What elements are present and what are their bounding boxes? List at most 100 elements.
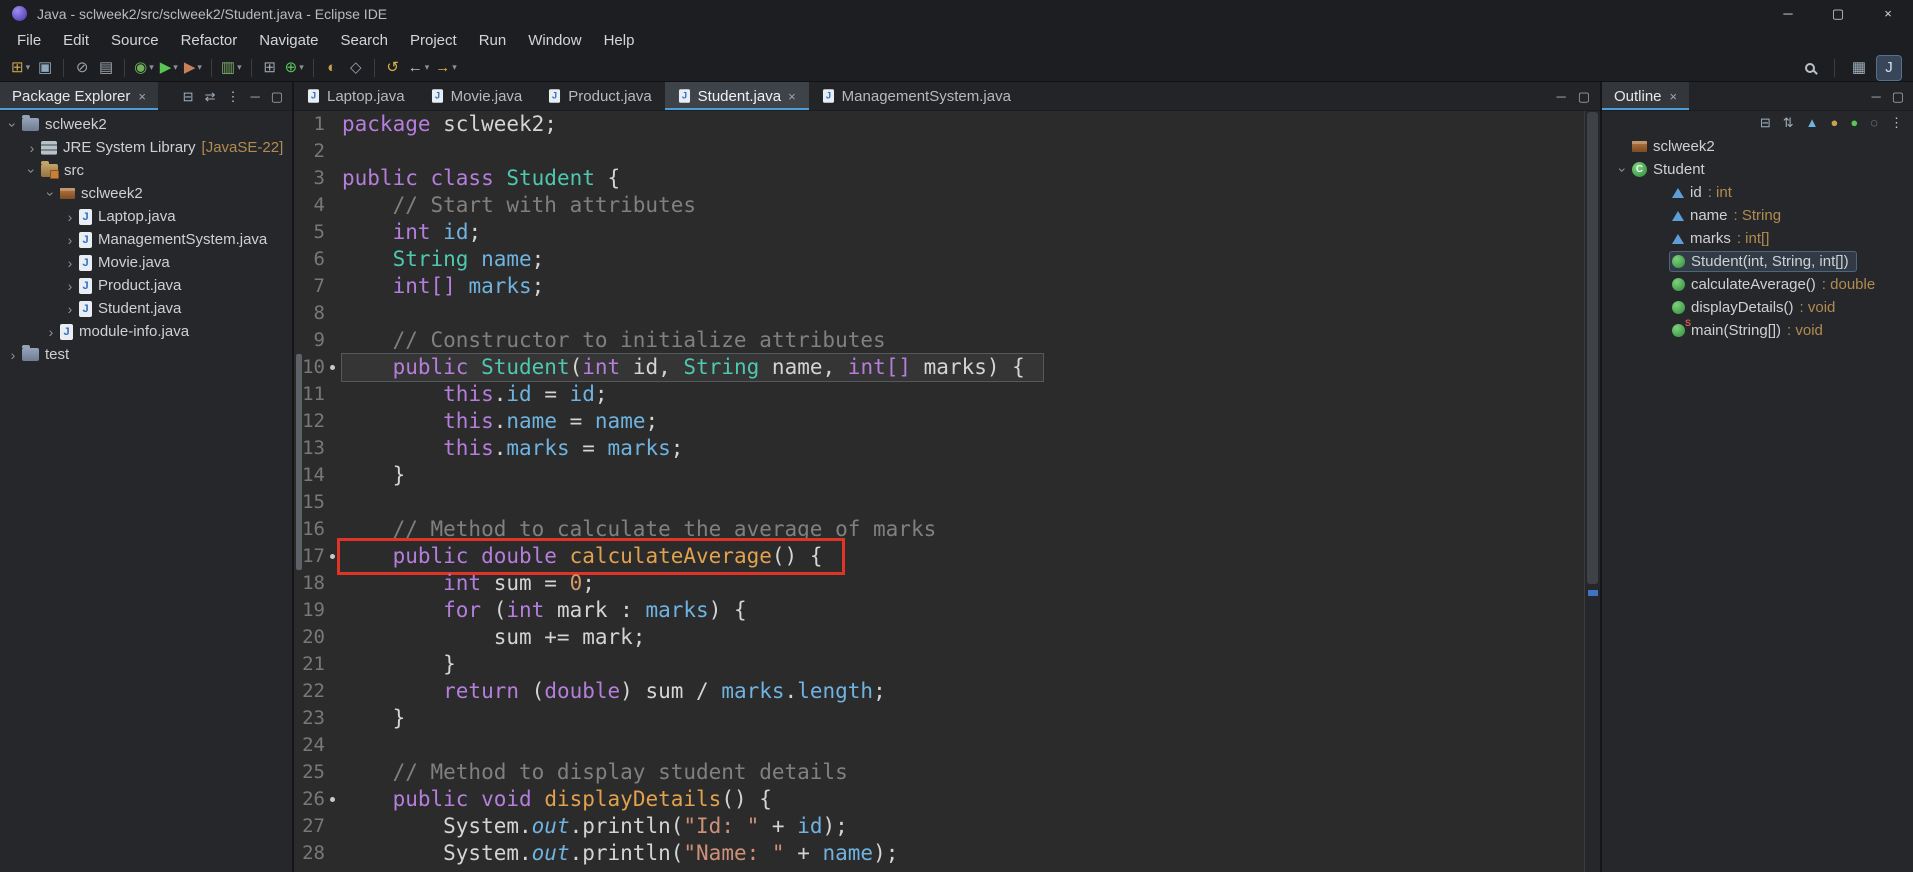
forward-icon[interactable]: → ▾	[432, 56, 460, 80]
overview-ruler[interactable]	[1584, 111, 1600, 872]
code-line-20[interactable]: 20 sum += mark;	[294, 624, 1584, 651]
menu-search[interactable]: Search	[329, 28, 399, 53]
code-line-11[interactable]: 11 this.id = id;	[294, 381, 1584, 408]
menu-help[interactable]: Help	[593, 28, 646, 53]
outline-item-id[interactable]: id : int	[1602, 181, 1913, 204]
tab-outline[interactable]: Outline ×	[1602, 82, 1690, 110]
code-line-2[interactable]: 2	[294, 138, 1584, 165]
hide-local-types-icon[interactable]: ◌	[1870, 116, 1878, 129]
code-line-17[interactable]: 17 public double calculateAverage() {	[294, 538, 1584, 575]
editor-tab-laptop-java[interactable]: Laptop.java	[294, 82, 418, 110]
tree-collapsed-arrow[interactable]: ›	[63, 301, 77, 317]
tree-expanded-arrow[interactable]: ›	[24, 164, 40, 178]
close-tab-icon[interactable]: ×	[788, 89, 796, 104]
view-menu-icon[interactable]: ⋮	[226, 90, 239, 103]
tree-expanded-arrow[interactable]: ›	[5, 118, 21, 132]
minimize-view-icon[interactable]: ─	[250, 90, 259, 103]
outline-item-main-string[interactable]: main(String[]) : void	[1602, 319, 1913, 342]
code-line-28[interactable]: 28 System.out.println("Name: " + name);	[294, 840, 1584, 867]
tree-collapsed-arrow[interactable]: ›	[25, 140, 39, 156]
external-tools-icon[interactable]: ▶ ▾	[181, 56, 205, 80]
run-icon[interactable]: ▶ ▾	[157, 56, 181, 80]
editor-tab-managementsystem-java[interactable]: ManagementSystem.java	[809, 82, 1024, 110]
minimize-view-icon[interactable]: ─	[1871, 90, 1880, 103]
hide-fields-icon[interactable]: ▲	[1806, 116, 1819, 129]
code-line-1[interactable]: 1 package sclweek2;	[294, 111, 1584, 138]
save-icon[interactable]: ▣	[33, 56, 57, 80]
editor-tab-movie-java[interactable]: Movie.java	[418, 82, 536, 110]
search-icon[interactable]	[1798, 56, 1822, 80]
menu-navigate[interactable]: Navigate	[248, 28, 329, 53]
last-edit-location-icon[interactable]: ↺	[381, 56, 405, 80]
maximize-window-button[interactable]: ▢	[1813, 0, 1863, 27]
close-window-button[interactable]: ×	[1863, 0, 1913, 27]
outline-item-student-int-string-int[interactable]: Student(int, String, int[])	[1602, 250, 1913, 273]
tree-collapsed-arrow[interactable]: ›	[63, 232, 77, 248]
code-line-3[interactable]: 3 public class Student {	[294, 165, 1584, 192]
code-line-12[interactable]: 12 this.name = name;	[294, 408, 1584, 435]
explorer-item-sclweek2[interactable]: › sclweek2	[0, 182, 292, 205]
explorer-item-movie-java[interactable]: › Movie.java	[0, 251, 292, 274]
code-line-13[interactable]: 13 this.marks = marks;	[294, 435, 1584, 462]
tab-package-explorer[interactable]: Package Explorer ×	[0, 82, 158, 110]
open-type-icon[interactable]: ◇	[344, 56, 368, 80]
explorer-item-src[interactable]: › src	[0, 159, 292, 182]
open-perspective-icon[interactable]: ▦	[1847, 56, 1871, 80]
outline-item-displaydetails[interactable]: displayDetails() : void	[1602, 296, 1913, 319]
code-line-25[interactable]: 25 // Method to display student details	[294, 759, 1584, 786]
explorer-item-product-java[interactable]: › Product.java	[0, 274, 292, 297]
menu-source[interactable]: Source	[100, 28, 170, 53]
menu-project[interactable]: Project	[399, 28, 468, 53]
tree-collapsed-arrow[interactable]: ›	[63, 278, 77, 294]
skip-all-breakpoints-icon[interactable]: ⊘	[70, 56, 94, 80]
code-line-9[interactable]: 9 // Constructor to initialize attribute…	[294, 327, 1584, 354]
view-menu-icon[interactable]: ⋮	[1890, 116, 1903, 129]
code-line-16[interactable]: 16 // Method to calculate the average of…	[294, 516, 1584, 543]
hide-non-public-members-icon[interactable]: ●	[1850, 116, 1858, 129]
collapse-all-icon[interactable]: ⊟	[183, 90, 194, 103]
menu-window[interactable]: Window	[517, 28, 592, 53]
menu-file[interactable]: File	[6, 28, 52, 53]
new-java-project-icon[interactable]: ⊞	[258, 56, 282, 80]
code-line-5[interactable]: 5 int id;	[294, 219, 1584, 246]
java-search-icon[interactable]: ◐	[320, 56, 344, 80]
code-line-6[interactable]: 6 String name;	[294, 246, 1584, 273]
sort-icon[interactable]: ⇅	[1783, 116, 1794, 129]
code-line-22[interactable]: 22 return (double) sum / marks.length;	[294, 678, 1584, 705]
scrollbar-thumb[interactable]	[1587, 112, 1598, 584]
link-with-editor-icon[interactable]: ⇄	[205, 90, 216, 103]
debug-icon[interactable]: ◉ ▾	[131, 56, 157, 80]
outline-item-marks[interactable]: marks : int[]	[1602, 227, 1913, 250]
explorer-item-module-info-java[interactable]: › module-info.java	[0, 320, 292, 343]
code-line-10[interactable]: 10 public Student(int id, String name, i…	[294, 353, 1584, 382]
menu-run[interactable]: Run	[468, 28, 518, 53]
minimize-editor-icon[interactable]: ─	[1556, 90, 1565, 103]
open-console-icon[interactable]: ▤	[94, 56, 118, 80]
coverage-icon[interactable]: ▥ ▾	[218, 56, 245, 80]
new-wizard-icon[interactable]: ⊞ ▾	[8, 56, 33, 80]
tree-collapsed-arrow[interactable]: ›	[6, 347, 20, 363]
code-line-8[interactable]: 8	[294, 300, 1584, 327]
minimize-window-button[interactable]: ─	[1763, 0, 1813, 27]
close-view-icon[interactable]: ×	[1670, 89, 1678, 104]
code-line-14[interactable]: 14 }	[294, 462, 1584, 489]
tree-collapsed-arrow[interactable]: ›	[44, 324, 58, 340]
explorer-item-managementsystem-java[interactable]: › ManagementSystem.java	[0, 228, 292, 251]
editor-tab-student-java[interactable]: Student.java ×	[664, 82, 809, 110]
close-view-icon[interactable]: ×	[138, 89, 146, 104]
outline-item-student[interactable]: › Student	[1602, 158, 1913, 181]
tree-expanded-arrow[interactable]: ›	[1615, 163, 1631, 177]
hide-static-members-icon[interactable]: ●	[1831, 116, 1839, 129]
code-line-4[interactable]: 4 // Start with attributes	[294, 192, 1584, 219]
code-line-24[interactable]: 24	[294, 732, 1584, 759]
outline-item-name[interactable]: name : String	[1602, 204, 1913, 227]
explorer-item-laptop-java[interactable]: › Laptop.java	[0, 205, 292, 228]
editor-tab-product-java[interactable]: Product.java	[535, 82, 664, 110]
maximize-view-icon[interactable]: ▢	[1892, 90, 1904, 103]
maximize-editor-icon[interactable]: ▢	[1578, 90, 1590, 103]
tree-collapsed-arrow[interactable]: ›	[63, 209, 77, 225]
menu-edit[interactable]: Edit	[52, 28, 100, 53]
back-icon[interactable]: ← ▾	[405, 56, 433, 80]
code-line-18[interactable]: 18 int sum = 0;	[294, 570, 1584, 597]
code-line-23[interactable]: 23 }	[294, 705, 1584, 732]
